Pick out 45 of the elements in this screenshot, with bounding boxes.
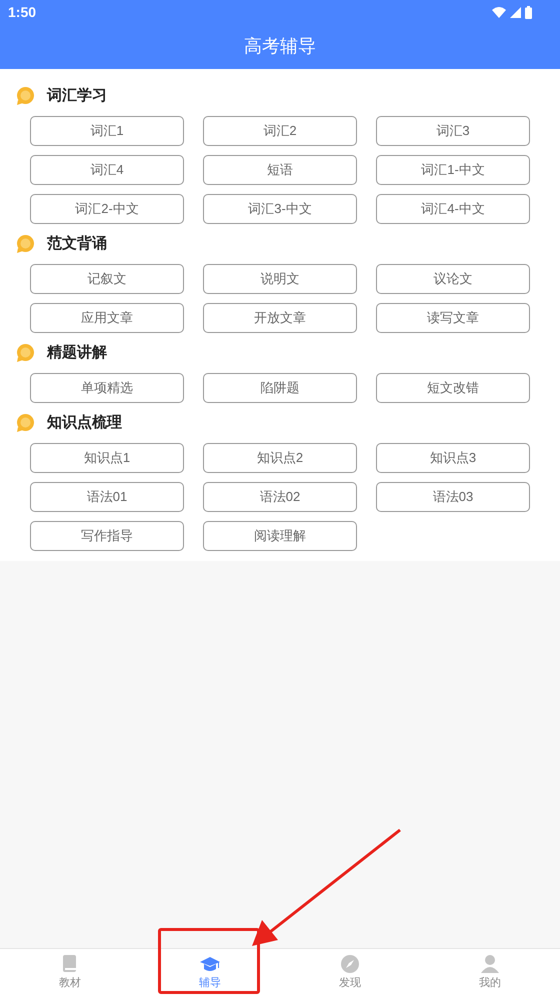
topic-button[interactable]: 词汇3-中文 [203, 194, 357, 224]
compass-icon [340, 954, 360, 974]
person-icon [480, 954, 500, 974]
aa-bubble-icon [16, 86, 35, 106]
page-title: 高考辅导 [244, 35, 316, 58]
topic-button[interactable]: 议论文 [376, 264, 530, 294]
topic-button[interactable]: 词汇2 [203, 116, 357, 146]
aa-bubble-icon [16, 414, 35, 432]
aa-bubble-icon [16, 344, 35, 362]
topic-button[interactable]: 陷阱题 [203, 373, 357, 403]
topic-button[interactable]: 词汇4-中文 [376, 194, 530, 224]
topic-button[interactable]: 应用文章 [30, 303, 184, 333]
topic-button[interactable]: 词汇4 [30, 155, 184, 185]
topic-button[interactable]: 写作指导 [30, 521, 184, 551]
topic-button[interactable]: 知识点1 [30, 443, 184, 473]
topic-button[interactable]: 语法02 [203, 482, 357, 512]
topic-button[interactable]: 词汇2-中文 [30, 194, 184, 224]
nav-tab[interactable]: 辅导 [140, 949, 280, 996]
nav-tab[interactable]: 发现 [280, 949, 420, 996]
topic-button[interactable]: 语法01 [30, 482, 184, 512]
topic-button[interactable]: 记叙文 [30, 264, 184, 294]
section-title: 范文背诵 [47, 234, 107, 254]
topic-button[interactable]: 短语 [203, 155, 357, 185]
section-title: 精题讲解 [47, 342, 107, 363]
aa-bubble-icon [16, 234, 35, 254]
nav-tab[interactable]: 我的 [420, 949, 560, 996]
topic-button[interactable]: 读写文章 [376, 303, 530, 333]
section-title: 知识点梳理 [47, 412, 122, 433]
status-time: 1:50 [8, 2, 36, 22]
section-title: 词汇学习 [47, 86, 107, 106]
topic-button[interactable]: 词汇1 [30, 116, 184, 146]
topic-button[interactable]: 短文改错 [376, 373, 530, 403]
signal-icon [510, 6, 521, 18]
topic-button[interactable]: 词汇3 [376, 116, 530, 146]
battery-icon [525, 6, 532, 18]
topic-button[interactable]: 单项精选 [30, 373, 184, 403]
topic-button[interactable]: 语法03 [376, 482, 530, 512]
topic-button[interactable]: 知识点2 [203, 443, 357, 473]
topic-button[interactable]: 词汇1-中文 [376, 155, 530, 185]
topic-button[interactable]: 阅读理解 [203, 521, 357, 551]
topic-button[interactable]: 知识点3 [376, 443, 530, 473]
topic-button[interactable]: 说明文 [203, 264, 357, 294]
wifi-icon [492, 6, 506, 18]
nav-tab[interactable]: 教材 [0, 949, 140, 996]
topic-button[interactable]: 开放文章 [203, 303, 357, 333]
